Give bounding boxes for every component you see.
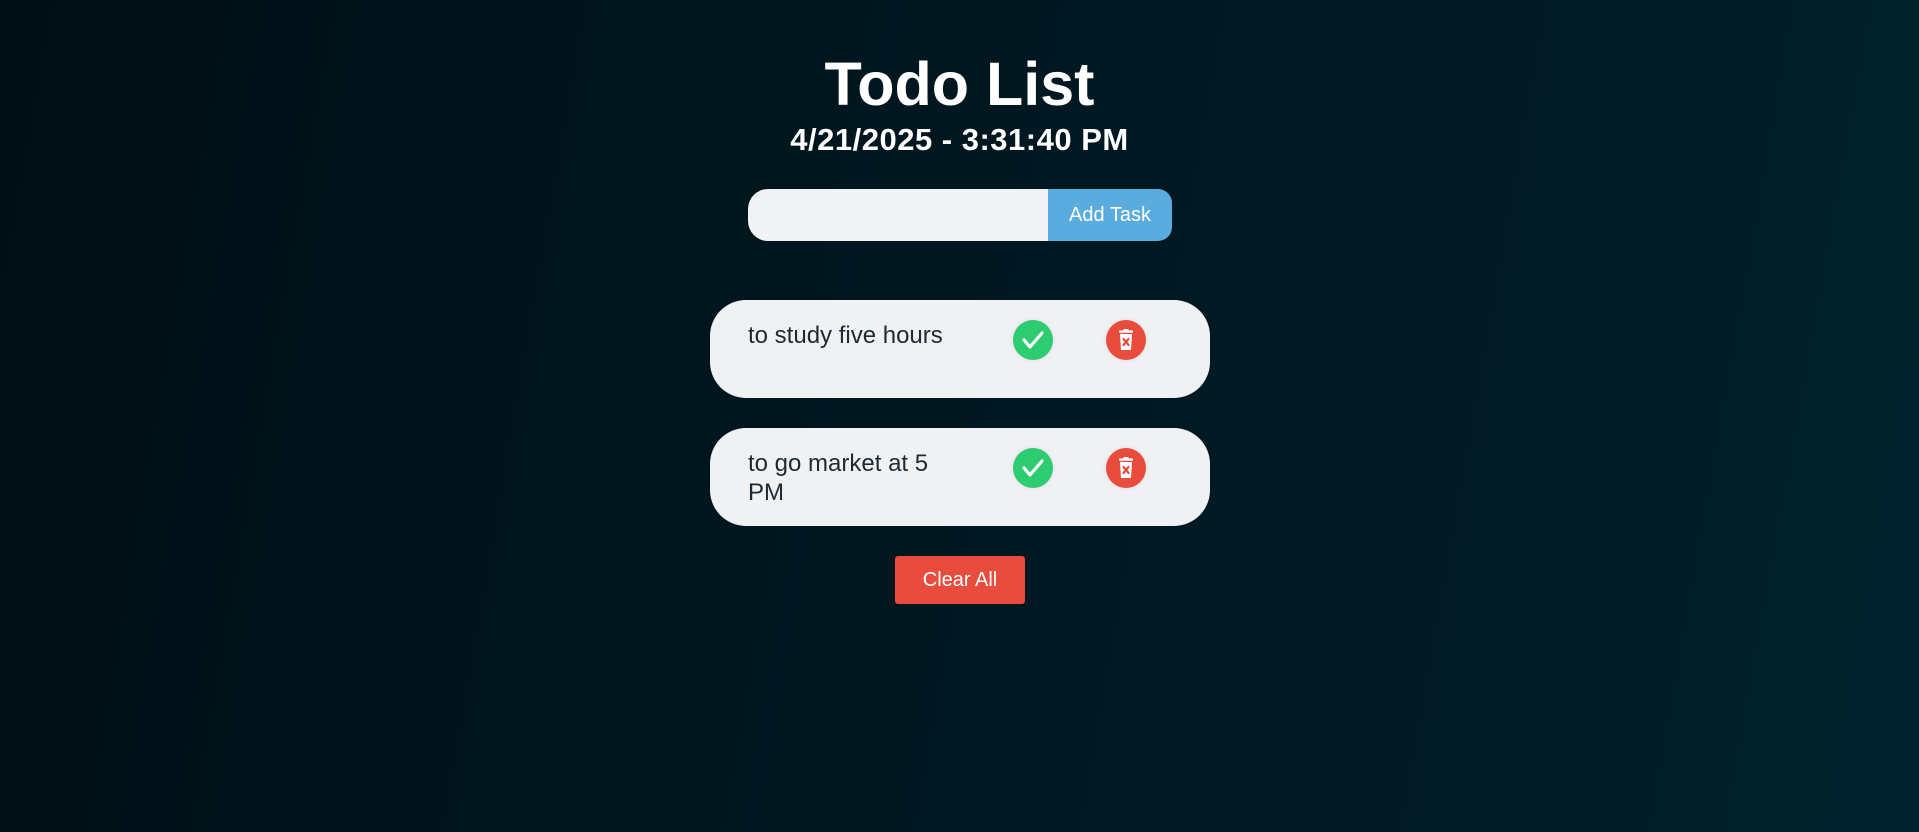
page-title: Todo List <box>824 50 1095 118</box>
trash-x-icon[interactable] <box>1106 320 1146 360</box>
task-item: to go market at 5 PM <box>710 428 1210 526</box>
check-circle-icon[interactable] <box>1013 448 1053 488</box>
todo-app: Todo List 4/21/2025 - 3:31:40 PM Add Tas… <box>0 0 1919 832</box>
add-task-form: Add Task <box>748 189 1172 241</box>
clear-all-button[interactable]: Clear All <box>895 556 1025 604</box>
datetime-display: 4/21/2025 - 3:31:40 PM <box>790 122 1129 157</box>
task-text: to go market at 5 PM <box>748 450 929 506</box>
add-task-button[interactable]: Add Task <box>1048 189 1172 241</box>
task-input[interactable] <box>748 189 1048 241</box>
task-list: to study five hours to go market at 5 PM <box>710 300 1210 556</box>
task-text: to study five hours <box>748 322 943 349</box>
task-item: to study five hours <box>710 300 1210 398</box>
check-circle-icon[interactable] <box>1013 320 1053 360</box>
trash-x-icon[interactable] <box>1106 448 1146 488</box>
